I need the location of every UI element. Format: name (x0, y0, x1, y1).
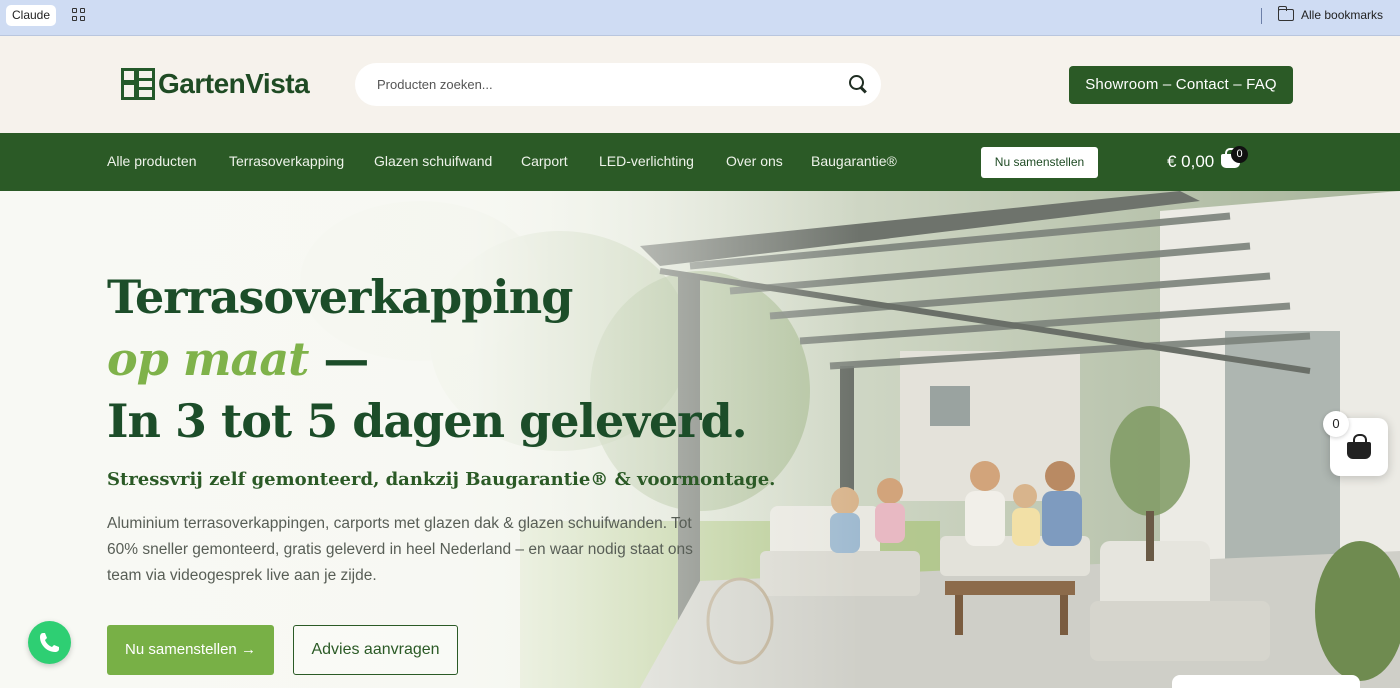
cart-total[interactable]: € 0,00 (1167, 152, 1214, 172)
hero-section: Terrasoverkapping op maat — In 3 tot 5 d… (0, 191, 1400, 688)
nav-item-terrasoverkapping[interactable]: Terrasoverkapping (229, 153, 344, 169)
hero-title-line2: op maat — (107, 332, 369, 386)
main-nav: Alle producten Terrasoverkapping Glazen … (0, 133, 1400, 191)
cart-count-badge: 0 (1231, 146, 1248, 163)
logo-mark-icon[interactable] (121, 68, 155, 100)
bookmarks-bar: Claude Alle bookmarks (0, 0, 1400, 36)
nav-configure-button[interactable]: Nu samenstellen (981, 147, 1098, 178)
site-header: GartenVista Showroom – Contact – FAQ (0, 36, 1400, 133)
floating-cart-count: 0 (1323, 411, 1349, 437)
showroom-contact-faq-button[interactable]: Showroom – Contact – FAQ (1069, 66, 1293, 104)
all-bookmarks-link[interactable]: Alle bookmarks (1301, 8, 1383, 22)
hero-title-dash: — (308, 332, 369, 386)
phone-icon (40, 633, 59, 652)
nav-item-glazen-schuifwand[interactable]: Glazen schuifwand (374, 153, 492, 169)
hero-title-line3: In 3 tot 5 dagen geleverd. (107, 394, 748, 448)
folder-icon[interactable] (1277, 6, 1294, 21)
nav-item-over-ons[interactable]: Over ons (726, 153, 783, 169)
hero-title-line1: Terrasoverkapping (107, 270, 573, 324)
hero-title-accent: op maat (107, 332, 309, 386)
nav-item-led-verlichting[interactable]: LED-verlichting (599, 153, 694, 169)
basket-icon (1347, 434, 1371, 459)
bookmarks-divider (1261, 8, 1262, 24)
nav-item-alle-producten[interactable]: Alle producten (107, 153, 197, 169)
apps-grid-icon[interactable] (72, 8, 86, 22)
logo-text[interactable]: GartenVista (158, 68, 310, 100)
request-advice-button[interactable]: Advies aanvragen (293, 625, 458, 675)
search-bar (355, 63, 881, 106)
configure-button[interactable]: Nu samenstellen → (107, 625, 274, 675)
nav-item-carport[interactable]: Carport (521, 153, 568, 169)
whatsapp-phone-button[interactable] (28, 621, 71, 664)
nav-item-baugarantie[interactable]: Baugarantie® (811, 153, 897, 169)
hero-description: Aluminium terrasoverkappingen, carports … (107, 515, 693, 584)
search-input[interactable] (377, 63, 837, 106)
floating-panel-edge (1172, 675, 1360, 688)
profile-chip[interactable]: Claude (6, 5, 57, 26)
hero-subtitle: Stressvrij zelf gemonteerd, dankzij Baug… (107, 469, 776, 490)
search-icon[interactable] (849, 75, 867, 93)
